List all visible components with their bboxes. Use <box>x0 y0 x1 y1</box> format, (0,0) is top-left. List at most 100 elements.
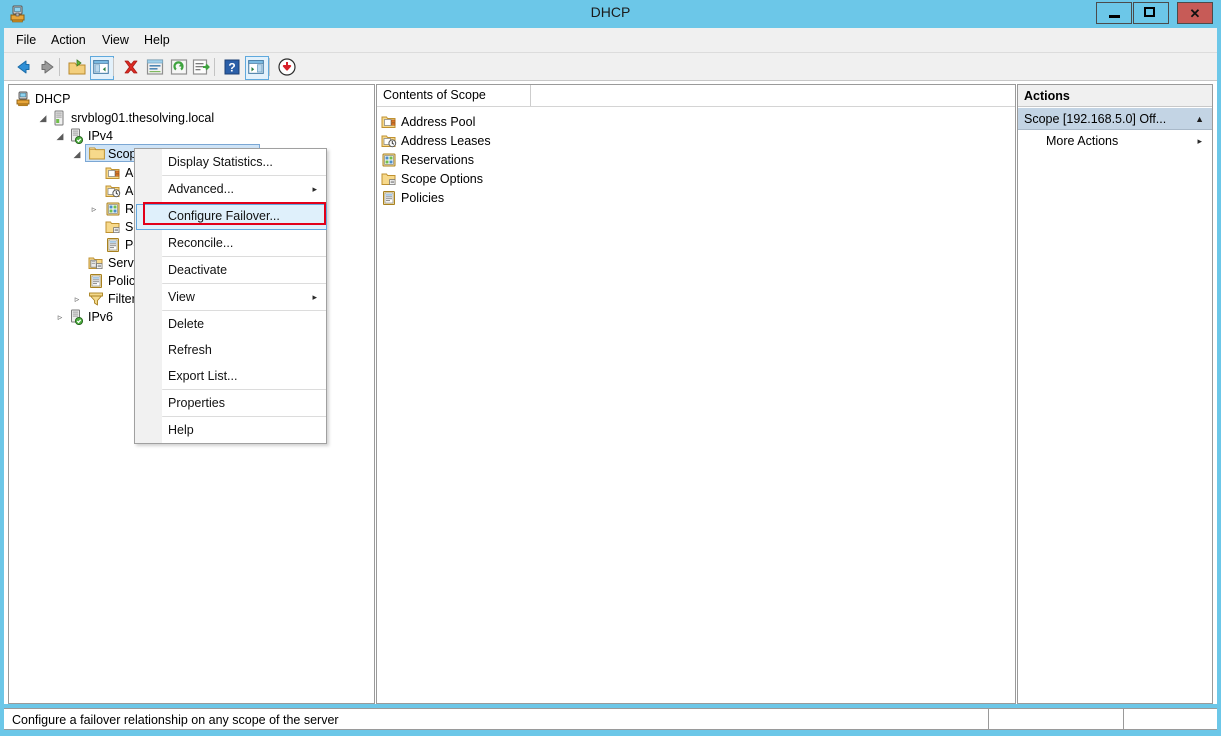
forward-icon[interactable] <box>37 56 59 78</box>
context-menu-item-deactivate[interactable]: Deactivate <box>162 257 326 283</box>
submenu-arrow-icon: ▸ <box>312 292 317 302</box>
status-bar-separator-1 <box>988 709 989 729</box>
list-column-header-row: Contents of Scope <box>377 85 1015 107</box>
policies-icon <box>88 273 104 289</box>
menu-view[interactable]: View <box>96 32 135 48</box>
toolbar-separator-2 <box>113 58 114 76</box>
more-actions-item[interactable]: More Actions ▸ <box>1018 130 1212 152</box>
chevron-right-icon: ▸ <box>1197 136 1202 146</box>
list-item-label: Scope Options <box>401 172 483 186</box>
scope-options-icon <box>105 219 121 235</box>
context-menu-item-export-list[interactable]: Export List... <box>162 363 326 389</box>
status-bar-text: Configure a failover relationship on any… <box>12 713 339 727</box>
column-header-contents-of-scope[interactable]: Contents of Scope <box>377 85 531 106</box>
export-list-icon[interactable] <box>190 56 212 78</box>
actions-group-header-scope[interactable]: Scope [192.168.5.0] Off... ▲ <box>1018 108 1212 130</box>
tree-node-server-policies[interactable]: Policies <box>15 272 151 290</box>
tree-node-ipv4[interactable]: ◢ IPv4 <box>15 127 113 145</box>
list-item-label: Address Pool <box>401 115 476 129</box>
menu-action[interactable]: Action <box>45 32 92 48</box>
scope-options-icon <box>381 171 397 187</box>
list-item-reservations[interactable]: Reservations <box>381 151 474 169</box>
dhcp-console-window: DHCP ✕ File Action View Help ? DHCP ◢ sr… <box>0 0 1221 736</box>
maximize-button[interactable] <box>1133 2 1169 24</box>
list-item-scope-options[interactable]: Scope Options <box>381 170 483 188</box>
download-icon[interactable] <box>276 56 298 78</box>
close-button[interactable]: ✕ <box>1177 2 1213 24</box>
expand-twisty-icon[interactable]: ▹ <box>55 308 65 326</box>
help-icon[interactable]: ? <box>221 56 243 78</box>
close-icon: ✕ <box>1189 5 1201 21</box>
toolbar-separator-3 <box>214 58 215 76</box>
filters-icon <box>88 291 104 307</box>
minimize-button[interactable] <box>1096 2 1132 24</box>
menu-help[interactable]: Help <box>138 32 176 48</box>
list-item-address-pool[interactable]: Address Pool <box>381 113 475 131</box>
expand-twisty-icon[interactable]: ◢ <box>38 109 48 127</box>
tree-node-label: DHCP <box>35 92 71 106</box>
back-icon[interactable] <box>12 56 34 78</box>
svg-text:?: ? <box>228 61 235 75</box>
context-menu-item-display-statistics[interactable]: Display Statistics... <box>162 149 326 175</box>
tree-node-filters[interactable]: ▹ Filters <box>15 290 142 308</box>
address-leases-icon <box>381 133 397 149</box>
maximize-icon <box>1144 7 1155 17</box>
context-menu-item-label: View <box>168 290 195 304</box>
context-menu-item-reconcile[interactable]: Reconcile... <box>162 230 326 256</box>
up-one-level-icon[interactable] <box>66 56 88 78</box>
actions-group-label: Scope [192.168.5.0] Off... <box>1024 112 1167 126</box>
expand-twisty-icon[interactable]: ◢ <box>72 145 82 163</box>
server-options-icon <box>88 255 104 271</box>
scope-folder-icon <box>89 146 105 162</box>
menu-file[interactable]: File <box>10 32 42 48</box>
tree-node-dhcp[interactable]: DHCP <box>15 90 70 108</box>
list-item-label: Reservations <box>401 153 474 167</box>
tree-node-label: srvblog01.thesolving.local <box>71 111 215 125</box>
contents-list-pane[interactable]: Contents of Scope Address Pool Address L… <box>376 84 1016 704</box>
menu-bar: File Action View Help <box>4 28 1217 53</box>
window-title: DHCP <box>590 4 631 20</box>
context-menu-item-help[interactable]: Help <box>162 417 326 443</box>
policies-icon <box>381 190 397 206</box>
context-menu-item-view[interactable]: View ▸ <box>162 284 326 310</box>
tree-node-ipv6[interactable]: ▹ IPv6 <box>15 308 113 326</box>
expand-twisty-icon[interactable]: ◢ <box>55 127 65 145</box>
context-menu-item-delete[interactable]: Delete <box>162 311 326 337</box>
refresh-icon[interactable] <box>168 56 190 78</box>
window-frame-right <box>1217 28 1221 736</box>
chevron-up-icon[interactable]: ▲ <box>1195 108 1204 130</box>
address-pool-icon <box>105 165 121 181</box>
ipv6-icon <box>68 309 84 326</box>
submenu-arrow-icon: ▸ <box>312 184 317 194</box>
context-menu-gutter <box>135 149 163 443</box>
properties-icon[interactable] <box>144 56 166 78</box>
scope-context-menu[interactable]: Display Statistics... Advanced... ▸ Conf… <box>134 148 327 444</box>
toolbar: ? <box>4 53 1217 81</box>
address-pool-icon <box>381 114 397 130</box>
context-menu-item-refresh[interactable]: Refresh <box>162 337 326 363</box>
minimize-icon <box>1109 15 1120 18</box>
policies-icon <box>105 237 121 253</box>
expand-twisty-icon[interactable]: ▹ <box>72 290 82 308</box>
list-item-policies[interactable]: Policies <box>381 189 444 207</box>
toolbar-separator-4 <box>269 58 270 76</box>
show-hide-console-tree-icon[interactable] <box>90 56 114 80</box>
context-menu-item-configure-failover[interactable]: Configure Failover... <box>162 203 326 229</box>
show-action-pane-icon[interactable] <box>245 56 269 80</box>
dhcp-icon <box>15 91 31 107</box>
list-item-address-leases[interactable]: Address Leases <box>381 132 491 150</box>
status-bar: Configure a failover relationship on any… <box>4 708 1217 730</box>
reservations-icon <box>105 201 121 217</box>
context-menu-item-properties[interactable]: Properties <box>162 390 326 416</box>
reservations-icon <box>381 152 397 168</box>
more-actions-label: More Actions <box>1046 134 1119 148</box>
context-menu-item-advanced[interactable]: Advanced... ▸ <box>162 176 326 202</box>
tree-node-server[interactable]: ◢ srvblog01.thesolving.local <box>15 109 214 127</box>
toolbar-separator <box>59 58 60 76</box>
title-bar: DHCP ✕ <box>0 0 1221 28</box>
tree-node-label: IPv4 <box>88 129 114 143</box>
delete-icon[interactable] <box>120 56 142 78</box>
status-bar-separator-2 <box>1123 709 1124 729</box>
actions-pane-title: Actions <box>1018 85 1212 107</box>
expand-twisty-icon[interactable]: ▹ <box>89 200 99 218</box>
